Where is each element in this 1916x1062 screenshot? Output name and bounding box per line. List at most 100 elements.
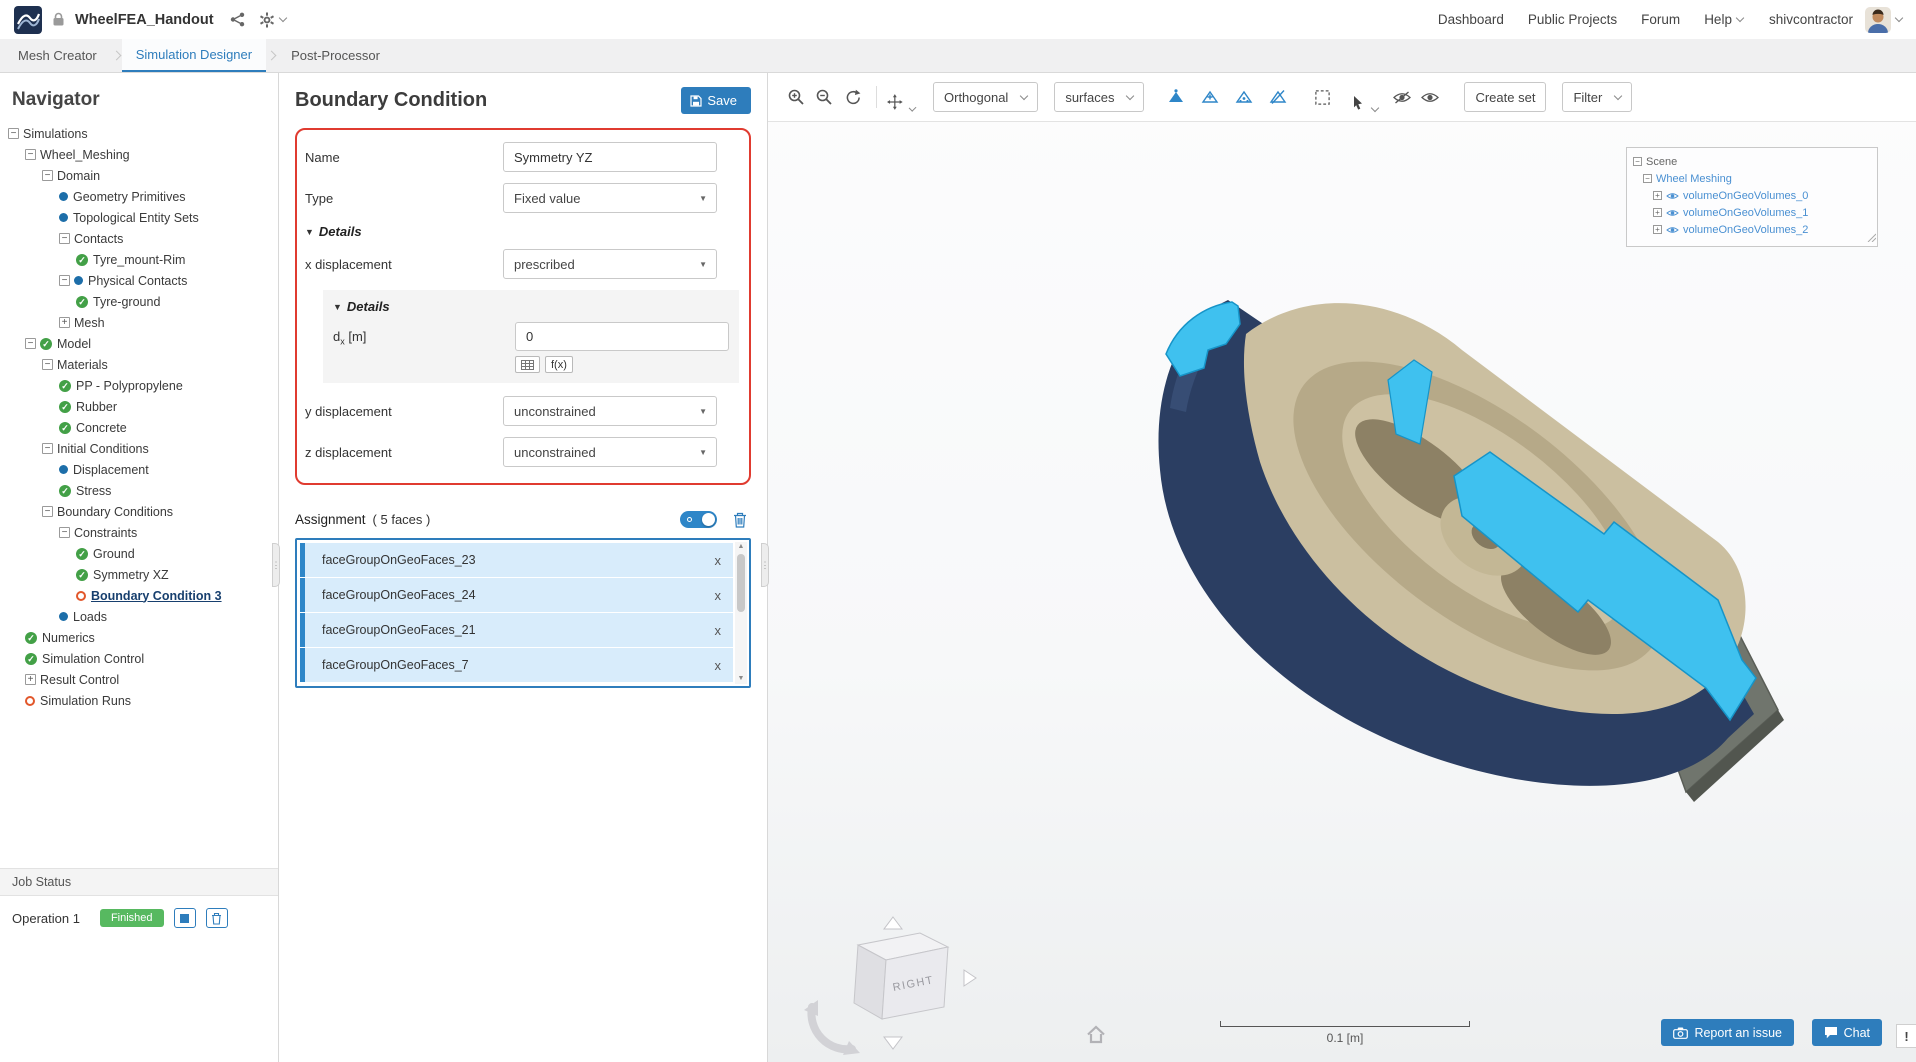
collapse-icon[interactable]: − xyxy=(25,149,36,160)
tree-item-simulation-runs[interactable]: Simulation Runs xyxy=(0,690,278,711)
details-section-toggle[interactable]: ▼ Details xyxy=(305,224,739,239)
tree-item-tyre-ground[interactable]: ✓ Tyre-ground xyxy=(0,291,278,312)
topnav-item-public-projects[interactable]: Public Projects xyxy=(1528,12,1617,27)
tree-item-mesh[interactable]: + Mesh xyxy=(0,312,278,333)
visibility-eye-icon[interactable] xyxy=(1666,191,1679,201)
collapse-icon[interactable]: − xyxy=(59,275,70,286)
scene-mesh-row[interactable]: − Wheel Meshing xyxy=(1633,170,1871,187)
notification-badge[interactable]: ! xyxy=(1896,1024,1916,1048)
share-icon[interactable] xyxy=(230,12,245,27)
collapse-icon[interactable]: − xyxy=(59,527,70,538)
stop-job-button[interactable] xyxy=(173,908,196,928)
face-assignment-row[interactable]: faceGroupOnGeoFaces_23 x xyxy=(300,543,733,577)
inner-details-toggle[interactable]: ▼ Details xyxy=(333,299,729,314)
visibility-eye-icon[interactable] xyxy=(1666,225,1679,235)
cube-down-arrow-icon[interactable] xyxy=(883,1036,903,1050)
overlay-resize-grip[interactable] xyxy=(1866,232,1877,245)
scene-root-row[interactable]: − Scene xyxy=(1633,153,1871,170)
tree-item-wheel-meshing[interactable]: − Wheel_Meshing xyxy=(0,144,278,165)
tree-item-loads[interactable]: Loads xyxy=(0,606,278,627)
cube-up-arrow-icon[interactable] xyxy=(883,916,903,930)
tree-item-contacts[interactable]: − Contacts xyxy=(0,228,278,249)
remove-face-button[interactable]: x xyxy=(711,623,726,638)
cube-right-arrow-icon[interactable] xyxy=(963,969,977,987)
tree-item-boundary-conditions[interactable]: − Boundary Conditions xyxy=(0,501,278,522)
tree-item-constraints[interactable]: − Constraints xyxy=(0,522,278,543)
app-logo[interactable] xyxy=(14,5,42,34)
tree-item-concrete[interactable]: ✓ Concrete xyxy=(0,417,278,438)
expand-icon[interactable]: + xyxy=(25,674,36,685)
tab-mesh-creator[interactable]: Mesh Creator xyxy=(4,39,111,72)
topnav-item-help[interactable]: Help xyxy=(1704,12,1745,27)
tree-item-pp-polypropylene[interactable]: ✓ PP - Polypropylene xyxy=(0,375,278,396)
face-assignment-row[interactable]: faceGroupOnGeoFaces_7 x xyxy=(300,648,733,682)
visibility-eye-icon[interactable] xyxy=(1666,208,1679,218)
expand-icon[interactable]: + xyxy=(1653,208,1662,217)
collapse-icon[interactable]: − xyxy=(42,443,53,454)
chat-button[interactable]: Chat xyxy=(1811,1019,1882,1046)
tree-item-ground[interactable]: ✓ Ground xyxy=(0,543,278,564)
scene-volume-row[interactable]: + volumeOnGeoVolumes_1 xyxy=(1633,204,1871,221)
report-issue-button[interactable]: Report an issue xyxy=(1661,1019,1794,1046)
collapse-icon[interactable]: − xyxy=(1633,157,1642,166)
panel-resize-handle[interactable]: ⋮ xyxy=(272,543,281,587)
type-select[interactable]: Fixed value ▼ xyxy=(503,183,717,213)
tree-item-model[interactable]: − ✓ Model xyxy=(0,333,278,354)
scroll-up-icon[interactable]: ▲ xyxy=(735,542,747,552)
tab-post-processor[interactable]: Post-Processor xyxy=(277,39,394,72)
expand-icon[interactable]: + xyxy=(59,317,70,328)
panel-resize-handle[interactable]: ⋮ xyxy=(761,543,770,587)
scene-volume-row[interactable]: + volumeOnGeoVolumes_2 xyxy=(1633,221,1871,238)
tree-item-domain[interactable]: − Domain xyxy=(0,165,278,186)
remove-face-button[interactable]: x xyxy=(711,658,726,673)
expand-icon[interactable]: + xyxy=(1653,225,1662,234)
save-button[interactable]: Save xyxy=(681,87,751,114)
user-avatar[interactable] xyxy=(1865,6,1891,33)
tree-item-initial-conditions[interactable]: − Initial Conditions xyxy=(0,438,278,459)
tree-item-numerics[interactable]: ✓ Numerics xyxy=(0,627,278,648)
tree-item-materials[interactable]: − Materials xyxy=(0,354,278,375)
assignment-toggle[interactable] xyxy=(680,511,717,528)
clear-assignment-trash-icon[interactable] xyxy=(733,512,747,528)
collapse-icon[interactable]: − xyxy=(42,359,53,370)
tree-item-physical-contacts[interactable]: − Physical Contacts xyxy=(0,270,278,291)
face-assignment-row[interactable]: faceGroupOnGeoFaces_24 x xyxy=(300,578,733,612)
faces-scrollbar[interactable]: ▲ ▼ xyxy=(735,542,747,684)
collapse-icon[interactable]: − xyxy=(42,170,53,181)
tree-item-tyre-mount-rim[interactable]: ✓ Tyre_mount-Rim xyxy=(0,249,278,270)
tree-item-geometry-primitives[interactable]: Geometry Primitives xyxy=(0,186,278,207)
collapse-icon[interactable]: − xyxy=(42,506,53,517)
tree-item-stress[interactable]: ✓ Stress xyxy=(0,480,278,501)
topnav-item-dashboard[interactable]: Dashboard xyxy=(1438,12,1504,27)
tree-item-rubber[interactable]: ✓ Rubber xyxy=(0,396,278,417)
formula-input-button[interactable]: f(x) xyxy=(545,356,573,373)
topnav-item-forum[interactable]: Forum xyxy=(1641,12,1680,27)
tree-item-simulation-control[interactable]: ✓ Simulation Control xyxy=(0,648,278,669)
tree-item-symmetry-xz[interactable]: ✓ Symmetry XZ xyxy=(0,564,278,585)
user-menu-caret-icon[interactable] xyxy=(1894,13,1904,23)
tree-item-boundary-condition-3[interactable]: Boundary Condition 3 xyxy=(0,585,278,606)
face-assignment-row[interactable]: faceGroupOnGeoFaces_21 x xyxy=(300,613,733,647)
scroll-thumb[interactable] xyxy=(737,554,745,612)
tab-simulation-designer[interactable]: Simulation Designer xyxy=(121,39,267,72)
table-input-button[interactable] xyxy=(515,356,540,373)
scroll-down-icon[interactable]: ▼ xyxy=(735,674,747,684)
scene-volume-row[interactable]: + volumeOnGeoVolumes_0 xyxy=(1633,187,1871,204)
home-view-icon[interactable] xyxy=(1086,1025,1106,1049)
remove-face-button[interactable]: x xyxy=(711,553,726,568)
collapse-icon[interactable]: − xyxy=(25,338,36,349)
tree-item-topological-entity-sets[interactable]: Topological Entity Sets xyxy=(0,207,278,228)
tree-item-simulations[interactable]: − Simulations xyxy=(0,123,278,144)
expand-icon[interactable]: + xyxy=(1653,191,1662,200)
settings-gear-icon[interactable] xyxy=(259,12,287,28)
collapse-icon[interactable]: − xyxy=(1643,174,1652,183)
z-displacement-select[interactable]: unconstrained ▼ xyxy=(503,437,717,467)
username[interactable]: shivcontractor xyxy=(1769,12,1853,27)
viewport-3d[interactable]: Orthogonal surfaces Create set Filter − … xyxy=(768,73,1916,1062)
collapse-icon[interactable]: − xyxy=(59,233,70,244)
delete-job-button[interactable] xyxy=(205,908,228,928)
y-displacement-select[interactable]: unconstrained ▼ xyxy=(503,396,717,426)
remove-face-button[interactable]: x xyxy=(711,588,726,603)
tree-item-result-control[interactable]: + Result Control xyxy=(0,669,278,690)
name-input[interactable] xyxy=(503,142,717,172)
